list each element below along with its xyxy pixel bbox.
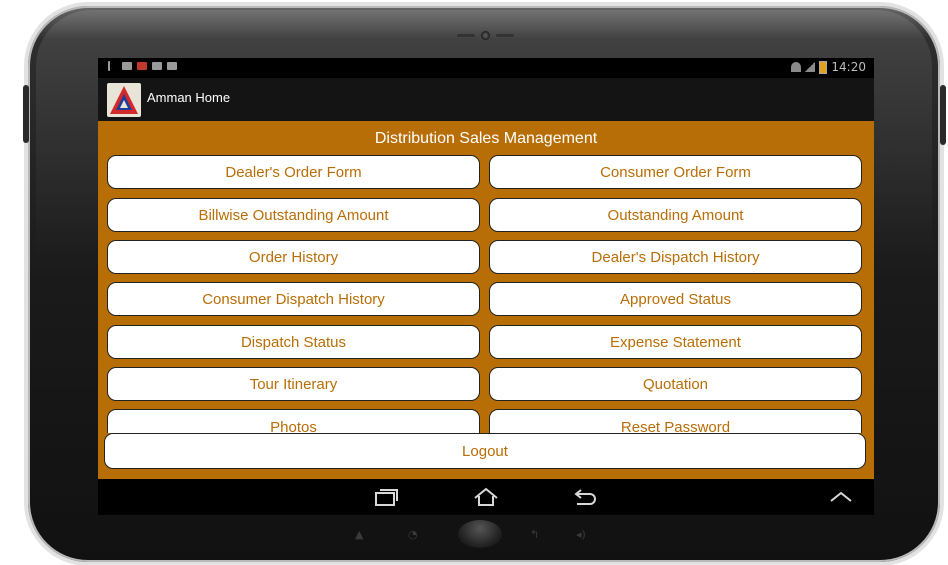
reset-password-button[interactable]: Reset Password bbox=[489, 409, 862, 433]
amman-logo-icon[interactable] bbox=[107, 83, 141, 117]
billwise-outstanding-button[interactable]: Billwise Outstanding Amount bbox=[107, 198, 480, 232]
status-time: 14:20 bbox=[831, 60, 866, 74]
camera-lens-icon bbox=[480, 30, 490, 40]
dispatch-status-button[interactable]: Dispatch Status bbox=[107, 325, 480, 359]
hw-home-key-icon: ▲ bbox=[355, 528, 364, 541]
mail-icon bbox=[167, 62, 177, 70]
chevron-up-icon[interactable] bbox=[828, 487, 854, 507]
logout-button[interactable]: Logout bbox=[104, 433, 866, 469]
hw-search-key-icon: ◔ bbox=[408, 528, 418, 541]
dashboard: Distribution Sales Management Dealer's O… bbox=[98, 121, 874, 479]
page-title: Distribution Sales Management bbox=[374, 130, 598, 147]
volume-button bbox=[23, 85, 29, 143]
dealers-dispatch-history-button[interactable]: Dealer's Dispatch History bbox=[489, 240, 862, 274]
notification-icons bbox=[108, 61, 177, 71]
app-title: Amman Home bbox=[147, 90, 231, 105]
screen: 14:20 Amman Home Distribution Sales Mana… bbox=[98, 58, 874, 515]
system-icons: 14:20 bbox=[791, 60, 866, 74]
quotation-button[interactable]: Quotation bbox=[489, 367, 862, 401]
photos-button[interactable]: Photos bbox=[107, 409, 480, 433]
gmail-icon bbox=[152, 62, 162, 70]
navigation-bar bbox=[98, 479, 874, 515]
back-icon[interactable] bbox=[573, 487, 599, 507]
signal-icon bbox=[805, 62, 816, 72]
home-icon[interactable] bbox=[473, 487, 499, 507]
tour-itinerary-button[interactable]: Tour Itinerary bbox=[107, 367, 480, 401]
hw-home-button bbox=[458, 520, 502, 548]
wifi-icon bbox=[791, 62, 802, 72]
status-bar: 14:20 bbox=[98, 58, 874, 78]
battery-icon bbox=[819, 60, 828, 74]
dealers-order-form-button[interactable]: Dealer's Order Form bbox=[107, 155, 480, 189]
hw-volume-key-icon: ◂) bbox=[576, 528, 586, 541]
action-bar: Amman Home bbox=[98, 78, 874, 121]
power-button bbox=[940, 85, 946, 145]
outstanding-amount-button[interactable]: Outstanding Amount bbox=[489, 198, 862, 232]
approved-status-button[interactable]: Approved Status bbox=[489, 282, 862, 316]
reset-password-label: Reset Password bbox=[620, 419, 731, 433]
usb-icon bbox=[108, 61, 117, 71]
consumer-order-form-button[interactable]: Consumer Order Form bbox=[489, 155, 862, 189]
photos-label: Photos bbox=[270, 419, 317, 433]
hw-back-key-icon: ↰ bbox=[530, 528, 540, 541]
recent-apps-icon[interactable] bbox=[373, 487, 399, 507]
front-camera bbox=[450, 30, 520, 40]
expense-statement-button[interactable]: Expense Statement bbox=[489, 325, 862, 359]
hardware-keys: ▲ ◔ ↰ ◂) bbox=[350, 520, 610, 550]
message-icon bbox=[122, 62, 132, 70]
order-history-button[interactable]: Order History bbox=[107, 240, 480, 274]
calendar-icon bbox=[137, 62, 147, 70]
consumer-dispatch-history-button[interactable]: Consumer Dispatch History bbox=[107, 282, 480, 316]
